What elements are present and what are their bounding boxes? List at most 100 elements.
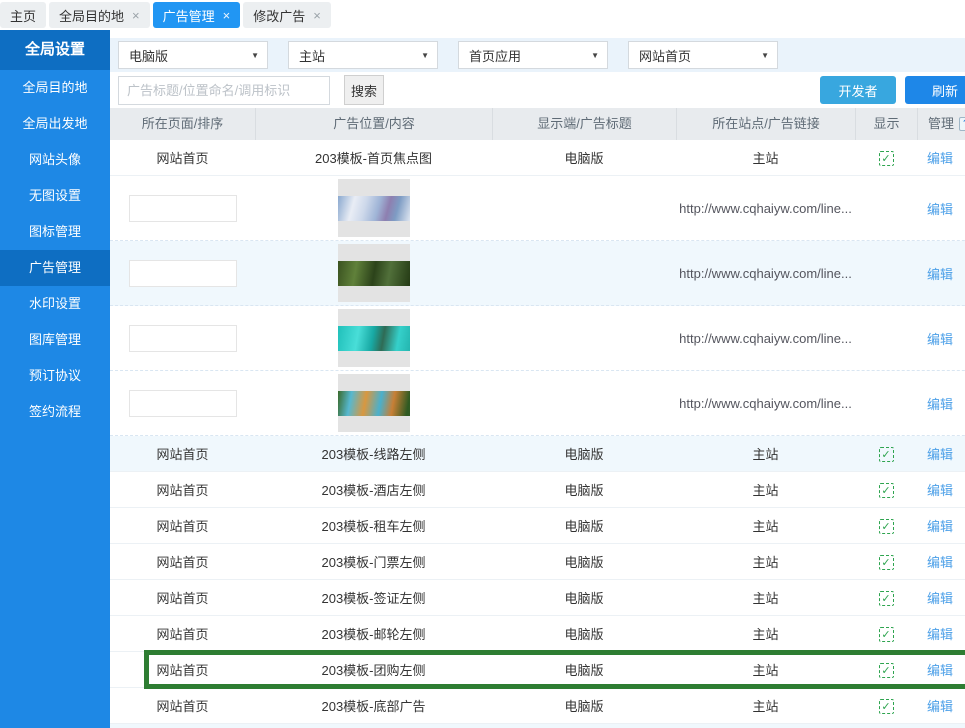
cell-device: 电脑版 xyxy=(492,588,676,607)
column-header-label: 广告位置/内容 xyxy=(333,116,415,131)
close-icon[interactable]: × xyxy=(132,9,140,22)
edit-link[interactable]: 编辑 xyxy=(927,202,953,217)
sort-input[interactable] xyxy=(129,325,237,352)
column-header: 显示 xyxy=(855,108,917,140)
chevron-down-icon: ▼ xyxy=(251,51,259,60)
sidebar-item[interactable]: 全局目的地 xyxy=(0,70,110,106)
table-row: 网站首页203模板-门票左侧电脑版主站✓编辑- xyxy=(110,544,965,580)
cell-site: 主站 xyxy=(676,624,855,643)
edit-link[interactable]: 编辑 xyxy=(927,483,953,498)
tab[interactable]: 广告管理× xyxy=(153,2,241,28)
cell-device: 电脑版 xyxy=(492,444,676,463)
sidebar-item[interactable]: 全局出发地 xyxy=(0,106,110,142)
sidebar-item[interactable]: 水印设置 xyxy=(0,286,110,322)
cell-manage: 编辑- xyxy=(917,444,965,463)
sidebar: 全局设置 全局目的地全局出发地网站头像无图设置图标管理广告管理水印设置图库管理预… xyxy=(0,30,110,728)
cell-site: 主站 xyxy=(676,696,855,715)
developer-button[interactable]: 开发者 xyxy=(820,76,896,104)
search-button[interactable]: 搜索 xyxy=(344,75,384,105)
cell-manage: 编辑- xyxy=(917,148,965,167)
filter-bar: 电脑版 ▼ 主站▼ 首页应用▼ 网站首页 ▼ xyxy=(110,38,965,72)
help-icon[interactable]: ? xyxy=(959,117,965,131)
sort-input[interactable] xyxy=(129,260,237,287)
ad-thumbnail xyxy=(338,309,410,367)
ad-thumbnail xyxy=(338,374,410,432)
edit-link[interactable]: 编辑 xyxy=(927,555,953,570)
cell-device: 电脑版 xyxy=(492,624,676,643)
filter-select[interactable]: 主站▼ xyxy=(288,41,438,69)
checkbox-checked-icon[interactable]: ✓ xyxy=(879,627,894,642)
sort-input[interactable] xyxy=(129,390,237,417)
cell-manage: 编辑- xyxy=(917,394,965,413)
tab-bar: 主页全局目的地×广告管理×修改广告× xyxy=(0,0,965,30)
cell-content xyxy=(255,374,492,432)
cell-sort xyxy=(110,325,255,352)
cell-link: http://www.cqhaiyw.com/line... xyxy=(676,331,855,346)
cell-show: ✓ xyxy=(855,150,917,166)
cell-page: 网站首页 xyxy=(110,624,255,643)
tab[interactable]: 主页 xyxy=(0,2,46,28)
edit-link[interactable]: 编辑 xyxy=(927,397,953,412)
sidebar-item[interactable]: 图库管理 xyxy=(0,322,110,358)
edit-link[interactable]: 编辑 xyxy=(927,447,953,462)
tab-label: 主页 xyxy=(10,6,36,25)
cell-position: 203模板-租车左侧 xyxy=(255,516,492,535)
sidebar-item[interactable]: 无图设置 xyxy=(0,178,110,214)
edit-link[interactable]: 编辑 xyxy=(927,332,953,347)
column-header-label: 显示端/广告标题 xyxy=(537,116,632,131)
sidebar-item[interactable]: 签约流程 xyxy=(0,394,110,430)
tab[interactable]: 全局目的地× xyxy=(49,2,150,28)
select-value: 网站首页 xyxy=(639,46,691,65)
cell-device: 电脑版 xyxy=(492,660,676,679)
select-value: 电脑版 xyxy=(129,46,168,65)
table-row: 网站首页203模板-首页焦点图电脑版主站✓编辑- xyxy=(110,140,965,176)
edit-link[interactable]: 编辑 xyxy=(927,627,953,642)
checkbox-checked-icon[interactable]: ✓ xyxy=(879,663,894,678)
tab[interactable]: 修改广告× xyxy=(243,2,331,28)
cell-sort xyxy=(110,260,255,287)
filter-select[interactable]: 网站首页 ▼ xyxy=(628,41,778,69)
search-input[interactable] xyxy=(118,76,330,105)
checkbox-checked-icon[interactable]: ✓ xyxy=(879,555,894,570)
filter-select[interactable]: 首页应用▼ xyxy=(458,41,608,69)
app-layout: 全局设置 全局目的地全局出发地网站头像无图设置图标管理广告管理水印设置图库管理预… xyxy=(0,30,965,728)
cell-device: 电脑版 xyxy=(492,516,676,535)
edit-link[interactable]: 编辑 xyxy=(927,591,953,606)
table-row: http://www.cqhaiyw.com/line...编辑- xyxy=(110,371,965,436)
checkbox-checked-icon[interactable]: ✓ xyxy=(879,483,894,498)
cell-site: 主站 xyxy=(676,516,855,535)
edit-link[interactable]: 编辑 xyxy=(927,151,953,166)
cell-content xyxy=(255,244,492,302)
cell-manage: 编辑- xyxy=(917,199,965,218)
edit-link[interactable]: 编辑 xyxy=(927,699,953,714)
cell-show: ✓ xyxy=(855,662,917,678)
chevron-down-icon: ▼ xyxy=(761,51,769,60)
sort-input[interactable] xyxy=(129,195,237,222)
sidebar-item[interactable]: 广告管理 xyxy=(0,250,110,286)
filter-select[interactable]: 电脑版 ▼ xyxy=(118,41,268,69)
sidebar-item[interactable]: 图标管理 xyxy=(0,214,110,250)
checkbox-checked-icon[interactable]: ✓ xyxy=(879,519,894,534)
cell-show: ✓ xyxy=(855,554,917,570)
ad-link: http://www.cqhaiyw.com/line... xyxy=(679,266,852,281)
edit-link[interactable]: 编辑 xyxy=(927,663,953,678)
table-body: 网站首页203模板-首页焦点图电脑版主站✓编辑-http://www.cqhai… xyxy=(110,140,965,728)
close-icon[interactable]: × xyxy=(223,9,231,22)
checkbox-checked-icon[interactable]: ✓ xyxy=(879,151,894,166)
column-header-label: 管理 xyxy=(928,116,954,131)
sidebar-item[interactable]: 网站头像 xyxy=(0,142,110,178)
cell-site: 主站 xyxy=(676,444,855,463)
teal-island-banner-image xyxy=(338,326,410,351)
close-icon[interactable]: × xyxy=(313,9,321,22)
edit-link[interactable]: 编辑 xyxy=(927,519,953,534)
refresh-button[interactable]: 刷新 xyxy=(905,76,965,104)
checkbox-checked-icon[interactable]: ✓ xyxy=(879,699,894,714)
edit-link[interactable]: 编辑 xyxy=(927,267,953,282)
cell-position: 203模板-酒店左侧 xyxy=(255,480,492,499)
sidebar-item[interactable]: 预订协议 xyxy=(0,358,110,394)
column-header-label: 显示 xyxy=(873,116,899,131)
colorful-wetland-banner-image xyxy=(338,391,410,416)
cell-page: 网站首页 xyxy=(110,148,255,167)
checkbox-checked-icon[interactable]: ✓ xyxy=(879,591,894,606)
checkbox-checked-icon[interactable]: ✓ xyxy=(879,447,894,462)
